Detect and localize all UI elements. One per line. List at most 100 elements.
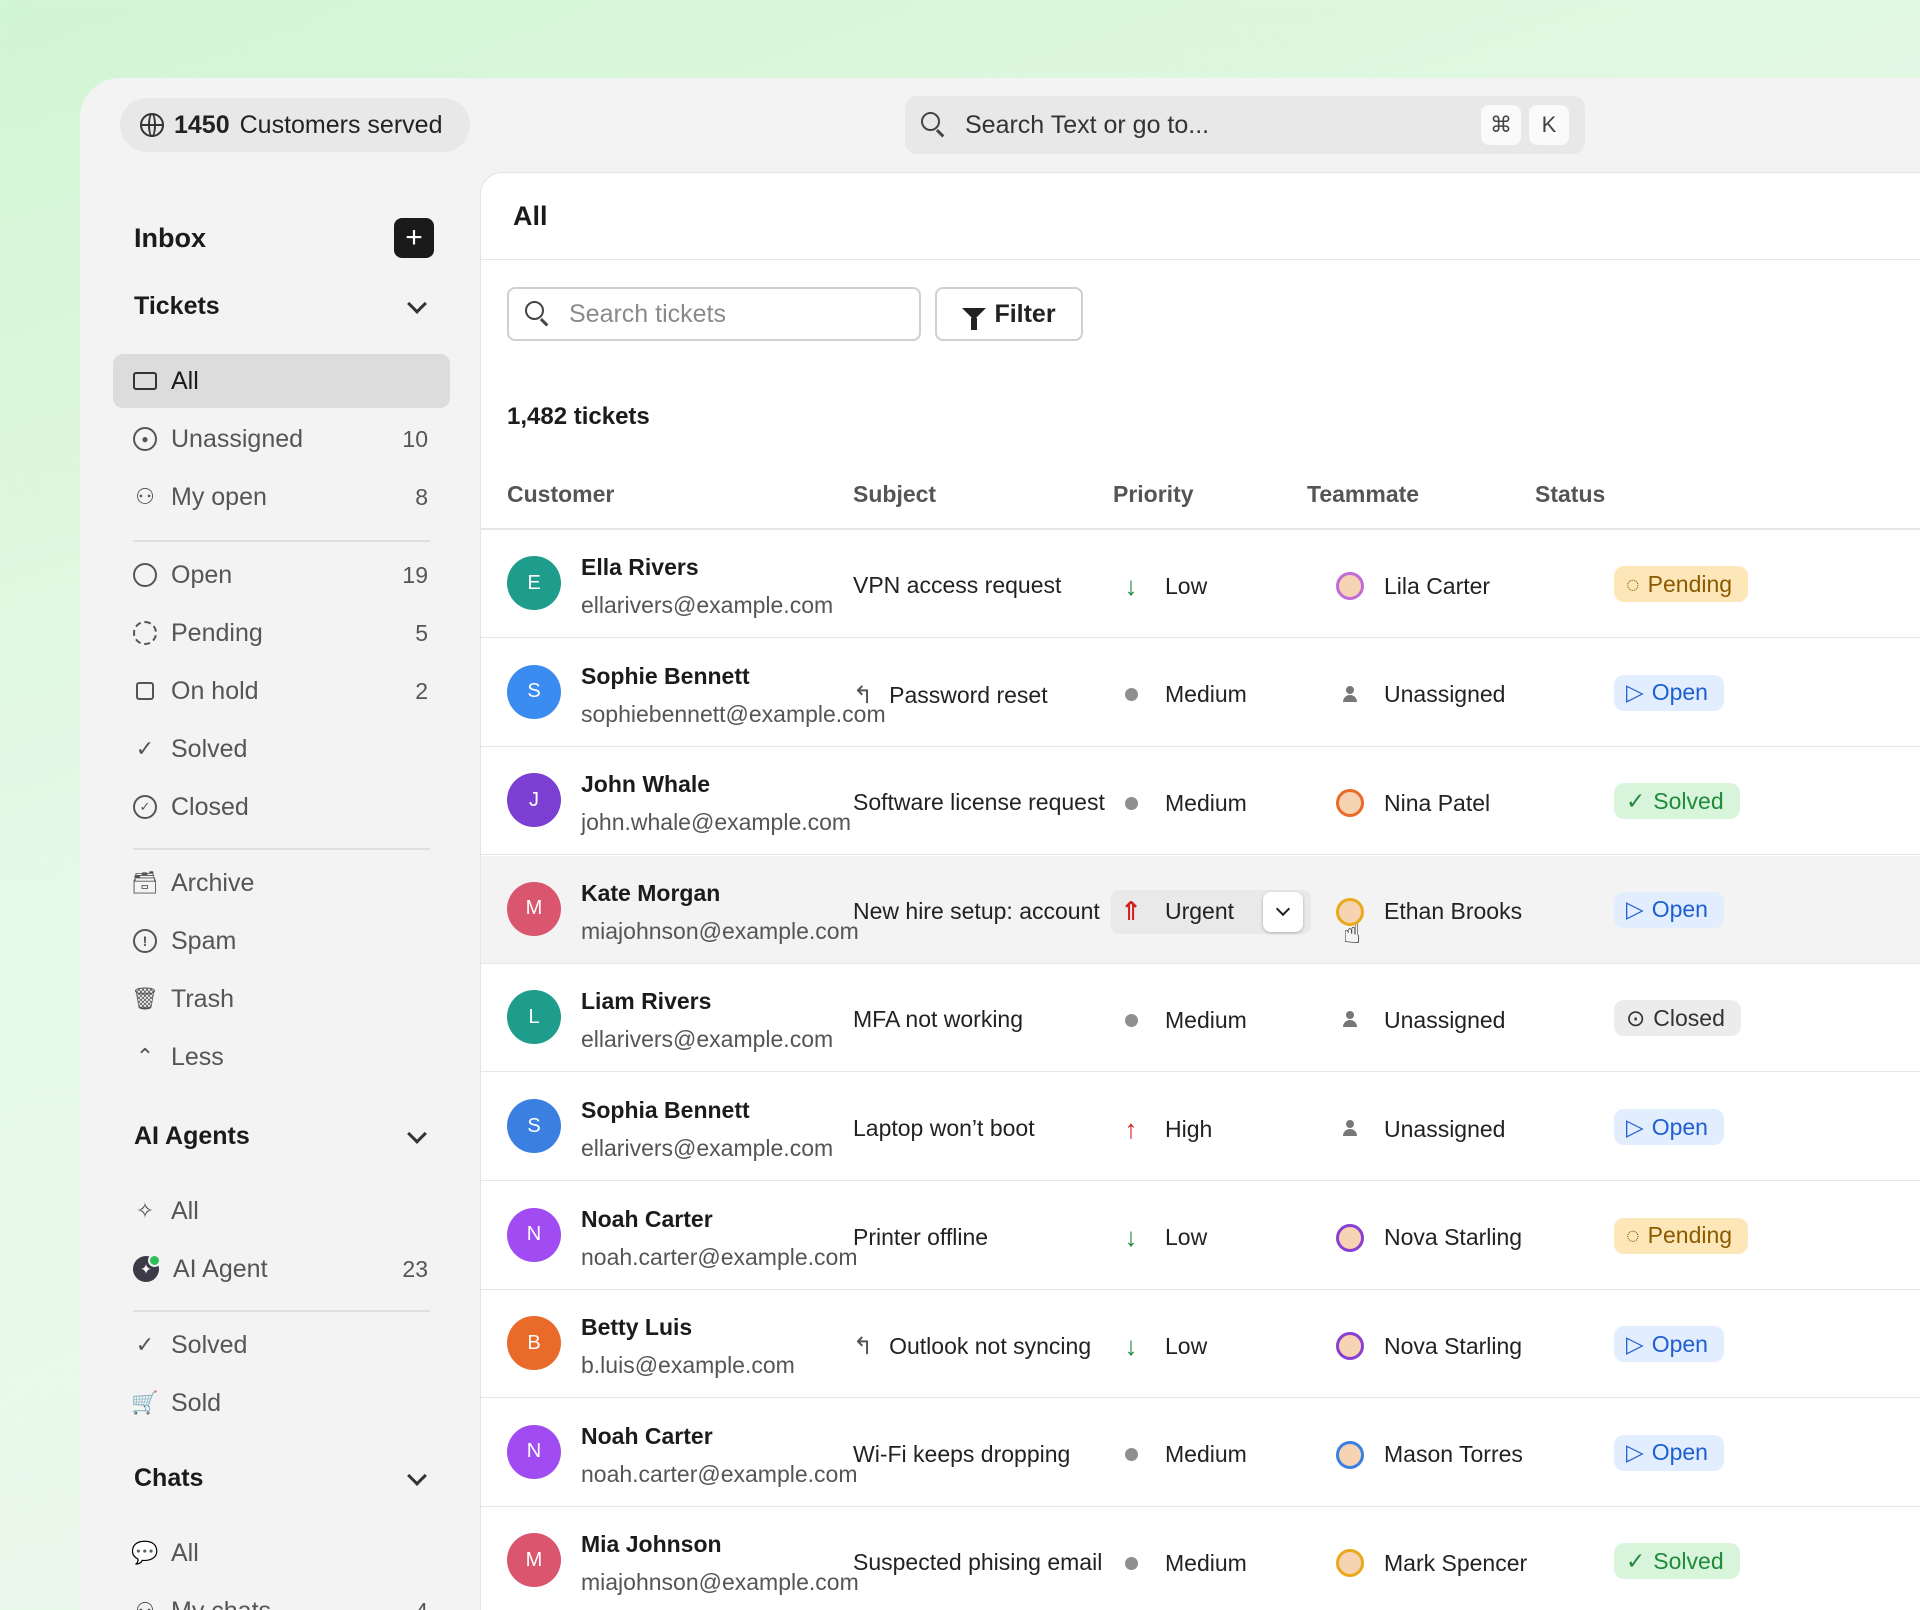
chats-section-header[interactable]: Chats xyxy=(134,1464,434,1493)
sidebar-item-my-chats[interactable]: ⚇ My chats 4 xyxy=(113,1584,450,1610)
ticket-subject[interactable]: ↰ Outlook not syncing xyxy=(853,1332,1091,1361)
column-header-customer[interactable]: Customer xyxy=(507,481,614,508)
dot-icon xyxy=(1111,1013,1151,1027)
sidebar-item-label: My chats xyxy=(171,1597,415,1610)
tickets-section-header[interactable]: Tickets xyxy=(134,292,434,321)
priority-cell[interactable]: ⇑ Urgent xyxy=(1111,889,1311,934)
priority-cell[interactable]: Medium xyxy=(1111,673,1247,717)
customer-name[interactable]: Kate Morgan xyxy=(581,880,720,907)
ticket-subject[interactable]: Software license request xyxy=(853,789,1105,816)
sidebar-item-less[interactable]: ⌃ Less xyxy=(113,1030,450,1084)
column-header-teammate[interactable]: Teammate xyxy=(1307,481,1419,508)
customer-name[interactable]: Betty Luis xyxy=(581,1314,692,1341)
priority-cell[interactable]: Medium xyxy=(1111,998,1247,1042)
sidebar-item-on-hold[interactable]: On hold 2 xyxy=(113,664,450,718)
priority-cell[interactable]: Medium xyxy=(1111,781,1247,825)
table-row[interactable]: N Noah Carter noah.carter@example.com Pr… xyxy=(481,1182,1920,1290)
status-badge[interactable]: ◌ Pending xyxy=(1614,1217,1749,1254)
column-header-subject[interactable]: Subject xyxy=(853,481,936,508)
filter-button[interactable]: Filter xyxy=(935,287,1083,341)
customer-name[interactable]: Liam Rivers xyxy=(581,988,711,1015)
sidebar-item-ai-agent[interactable]: ✦ AI Agent 23 xyxy=(113,1242,450,1296)
ticket-subject[interactable]: VPN access request xyxy=(853,572,1061,599)
teammate-cell[interactable]: Mason Torres xyxy=(1336,1440,1523,1469)
table-row[interactable]: B Betty Luis b.luis@example.com ↰ Outloo… xyxy=(481,1290,1920,1399)
sidebar-item-chats-all[interactable]: 💬 All xyxy=(113,1526,450,1580)
customer-name[interactable]: Sophie Bennett xyxy=(581,663,750,690)
command-key-hint: ⌘ xyxy=(1481,105,1521,145)
global-search[interactable]: Search Text or go to... ⌘ K xyxy=(905,96,1585,154)
ticket-subject[interactable]: Suspected phising email xyxy=(853,1549,1102,1576)
ticket-subject[interactable]: New hire setup: account xyxy=(853,898,1100,925)
ai-agents-section-header[interactable]: AI Agents xyxy=(134,1122,434,1151)
column-header-priority[interactable]: Priority xyxy=(1113,481,1194,508)
customer-name[interactable]: John Whale xyxy=(581,771,710,798)
table-row[interactable]: N Noah Carter noah.carter@example.com Wi… xyxy=(481,1399,1920,1507)
table-row[interactable]: M Mia Johnson miajohnson@example.com Sus… xyxy=(481,1507,1920,1610)
priority-label: Low xyxy=(1165,572,1208,599)
teammate-cell[interactable]: Unassigned xyxy=(1336,1115,1505,1143)
chevron-down-icon xyxy=(1275,902,1291,917)
status-badge[interactable]: ⊙ Closed xyxy=(1614,1000,1741,1037)
priority-cell[interactable]: ↓ Low xyxy=(1111,1324,1208,1368)
ticket-subject[interactable]: Printer offline xyxy=(853,1224,988,1251)
teammate-cell[interactable]: Unassigned xyxy=(1336,1006,1505,1034)
table-row[interactable]: L Liam Rivers ellarivers@example.com MFA… xyxy=(481,964,1920,1073)
teammate-name: Nova Starling xyxy=(1384,1332,1523,1359)
status-label: Solved xyxy=(1653,787,1724,814)
status-badge[interactable]: ▷ Open xyxy=(1614,891,1724,928)
sidebar-item-my-open[interactable]: ⚇ My open 8 xyxy=(113,470,450,524)
priority-cell[interactable]: ↑ High xyxy=(1111,1107,1213,1151)
sidebar-item-ai-solved[interactable]: ✓ Solved xyxy=(113,1318,450,1372)
column-header-status[interactable]: Status xyxy=(1535,481,1605,508)
status-badge[interactable]: ▷ Open xyxy=(1614,1326,1724,1363)
status-badge[interactable]: ✓ Solved xyxy=(1614,783,1740,820)
teammate-cell[interactable]: Nova Starling xyxy=(1336,1332,1523,1361)
sidebar-item-archive[interactable]: 🗃 Archive xyxy=(113,856,450,910)
status-badge[interactable]: ▷ Open xyxy=(1614,674,1724,711)
ticket-search-input[interactable]: Search tickets xyxy=(507,287,921,341)
table-row[interactable]: E Ella Rivers ellarivers@example.com VPN… xyxy=(481,530,1920,638)
teammate-cell[interactable]: Ethan Brooks xyxy=(1336,897,1522,926)
sidebar-item-ai-all[interactable]: ✧ All xyxy=(113,1184,450,1238)
customer-name[interactable]: Noah Carter xyxy=(581,1206,713,1233)
status-badge[interactable]: ▷ Open xyxy=(1614,1109,1724,1145)
sidebar-item-all[interactable]: All xyxy=(113,354,450,408)
sidebar-item-ai-sold[interactable]: 🛒 Sold xyxy=(113,1376,450,1430)
sidebar-item-open[interactable]: Open 19 xyxy=(113,548,450,602)
teammate-cell[interactable]: Nina Patel xyxy=(1336,789,1490,818)
status-badge[interactable]: ▷ Open xyxy=(1614,1434,1724,1471)
ticket-subject[interactable]: Wi-Fi keeps dropping xyxy=(853,1441,1070,1468)
customer-name[interactable]: Mia Johnson xyxy=(581,1531,722,1558)
ticket-subject[interactable]: Laptop won’t boot xyxy=(853,1115,1035,1142)
ticket-subject[interactable]: MFA not working xyxy=(853,1006,1023,1033)
sidebar-item-closed[interactable]: ✓ Closed xyxy=(113,780,450,834)
sidebar-item-pending[interactable]: Pending 5 xyxy=(113,606,450,660)
table-row[interactable]: S Sophia Bennett ellarivers@example.com … xyxy=(481,1073,1920,1181)
teammate-cell[interactable]: Nova Starling xyxy=(1336,1223,1522,1252)
table-row[interactable]: S Sophie Bennett sophiebennett@example.c… xyxy=(481,639,1920,747)
table-row[interactable]: J John Whale john.whale@example.com Soft… xyxy=(481,747,1920,856)
priority-cell[interactable]: ↓ Low xyxy=(1111,564,1208,608)
teammate-cell[interactable]: Mark Spencer xyxy=(1336,1549,1527,1578)
sidebar-item-spam[interactable]: ! Spam xyxy=(113,914,450,968)
ticket-subject[interactable]: ↰ Password reset xyxy=(853,681,1048,710)
priority-cell[interactable]: Medium xyxy=(1111,1433,1247,1477)
customer-name[interactable]: Ella Rivers xyxy=(581,554,699,581)
table-row[interactable]: M Kate Morgan miajohnson@example.com New… xyxy=(481,855,1920,964)
sidebar-item-label: My open xyxy=(171,482,267,511)
sidebar-item-unassigned[interactable]: ● Unassigned 10 xyxy=(113,412,450,466)
customer-name[interactable]: Sophia Bennett xyxy=(581,1097,750,1124)
sidebar-item-trash[interactable]: 🗑 Trash xyxy=(113,972,450,1026)
priority-cell[interactable]: ↓ Low xyxy=(1111,1216,1208,1260)
global-search-input[interactable]: Search Text or go to... xyxy=(965,111,1473,140)
status-badge[interactable]: ✓ Solved xyxy=(1614,1543,1740,1580)
customer-name[interactable]: Noah Carter xyxy=(581,1423,713,1450)
new-ticket-button[interactable]: + xyxy=(394,218,434,258)
priority-cell[interactable]: Medium xyxy=(1111,1541,1247,1585)
sidebar-item-solved[interactable]: ✓ Solved xyxy=(113,722,450,776)
priority-dropdown-button[interactable] xyxy=(1263,891,1303,932)
status-badge[interactable]: ◌ Pending xyxy=(1614,566,1749,602)
teammate-cell[interactable]: Lila Carter xyxy=(1336,572,1490,600)
teammate-cell[interactable]: Unassigned xyxy=(1336,681,1505,709)
